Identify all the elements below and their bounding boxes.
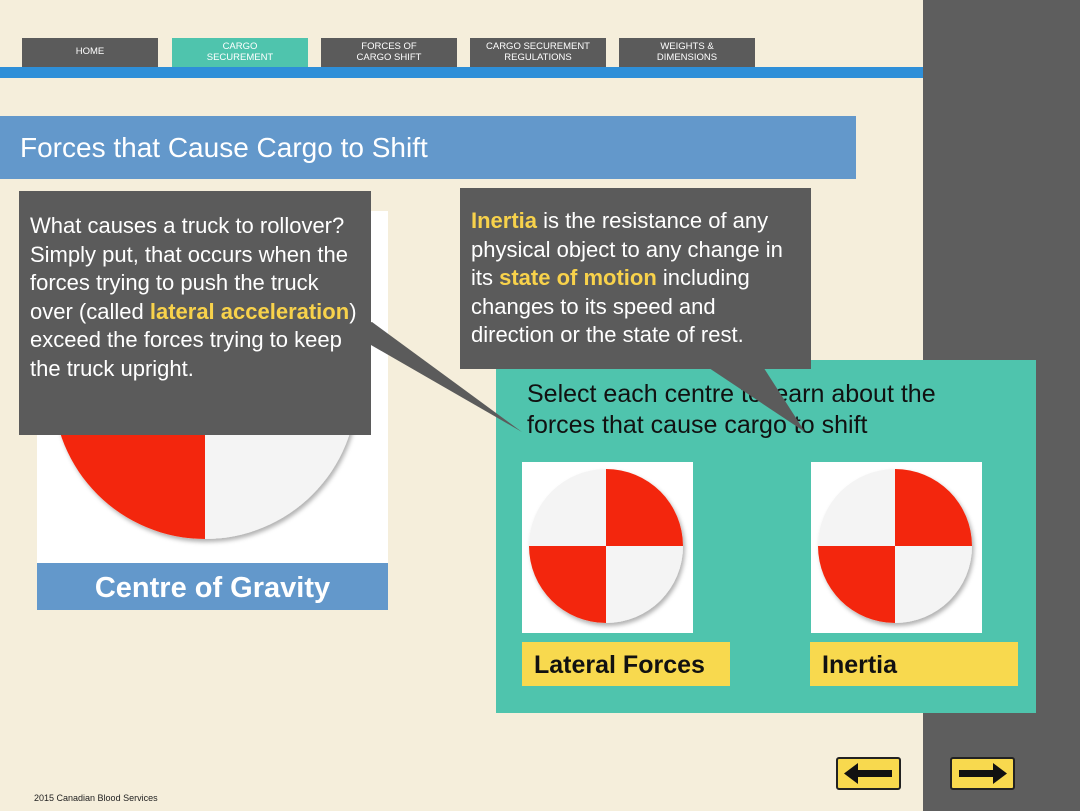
- callout-right-pointer: [700, 362, 805, 432]
- callout-inertia: Inertia is the resistance of any physica…: [460, 188, 811, 369]
- callout-left-highlight: lateral acceleration: [149, 298, 350, 324]
- callout-right-highlight-1: Inertia: [471, 208, 538, 233]
- arrow-left-icon: [844, 763, 892, 784]
- callout-right-highlight-2: state of motion: [499, 265, 657, 290]
- arrow-right-icon: [959, 763, 1007, 784]
- next-button[interactable]: [950, 757, 1015, 790]
- callout-rollover: What causes a truck to rollover? Simply …: [19, 191, 371, 435]
- footer-copyright: 2015 Canadian Blood Services: [34, 793, 158, 803]
- back-button[interactable]: [836, 757, 901, 790]
